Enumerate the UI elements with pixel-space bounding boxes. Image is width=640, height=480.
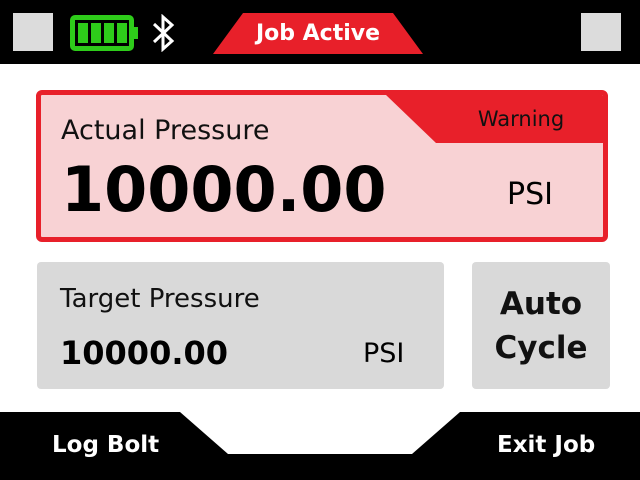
job-status-banner: Job Active bbox=[213, 13, 423, 54]
actual-pressure-label: Actual Pressure bbox=[61, 115, 270, 146]
target-pressure-value: 10000.00 bbox=[60, 334, 229, 372]
exit-job-button[interactable]: Exit Job bbox=[497, 432, 595, 458]
battery-full-icon bbox=[69, 14, 141, 56]
actual-pressure-card: Warning Actual Pressure 10000.00 PSI bbox=[36, 90, 608, 242]
top-status-bar: Job Active bbox=[0, 0, 640, 64]
target-pressure-label: Target Pressure bbox=[60, 284, 260, 314]
log-bolt-button[interactable]: Log Bolt bbox=[52, 432, 159, 458]
target-pressure-card[interactable]: Target Pressure 10000.00 PSI bbox=[37, 262, 444, 389]
auto-cycle-button[interactable]: Auto Cycle bbox=[472, 262, 610, 389]
left-menu-button[interactable] bbox=[13, 13, 53, 51]
job-status-label: Job Active bbox=[255, 21, 381, 46]
actual-pressure-value: 10000.00 bbox=[61, 153, 387, 226]
auto-cycle-label-line1: Auto bbox=[499, 285, 583, 322]
bluetooth-icon bbox=[150, 13, 178, 56]
right-menu-button[interactable] bbox=[581, 13, 621, 51]
actual-pressure-unit: PSI bbox=[507, 177, 553, 212]
auto-cycle-label-line2: Cycle bbox=[494, 329, 588, 366]
warning-label: Warning bbox=[477, 107, 565, 131]
target-pressure-unit: PSI bbox=[363, 338, 405, 369]
